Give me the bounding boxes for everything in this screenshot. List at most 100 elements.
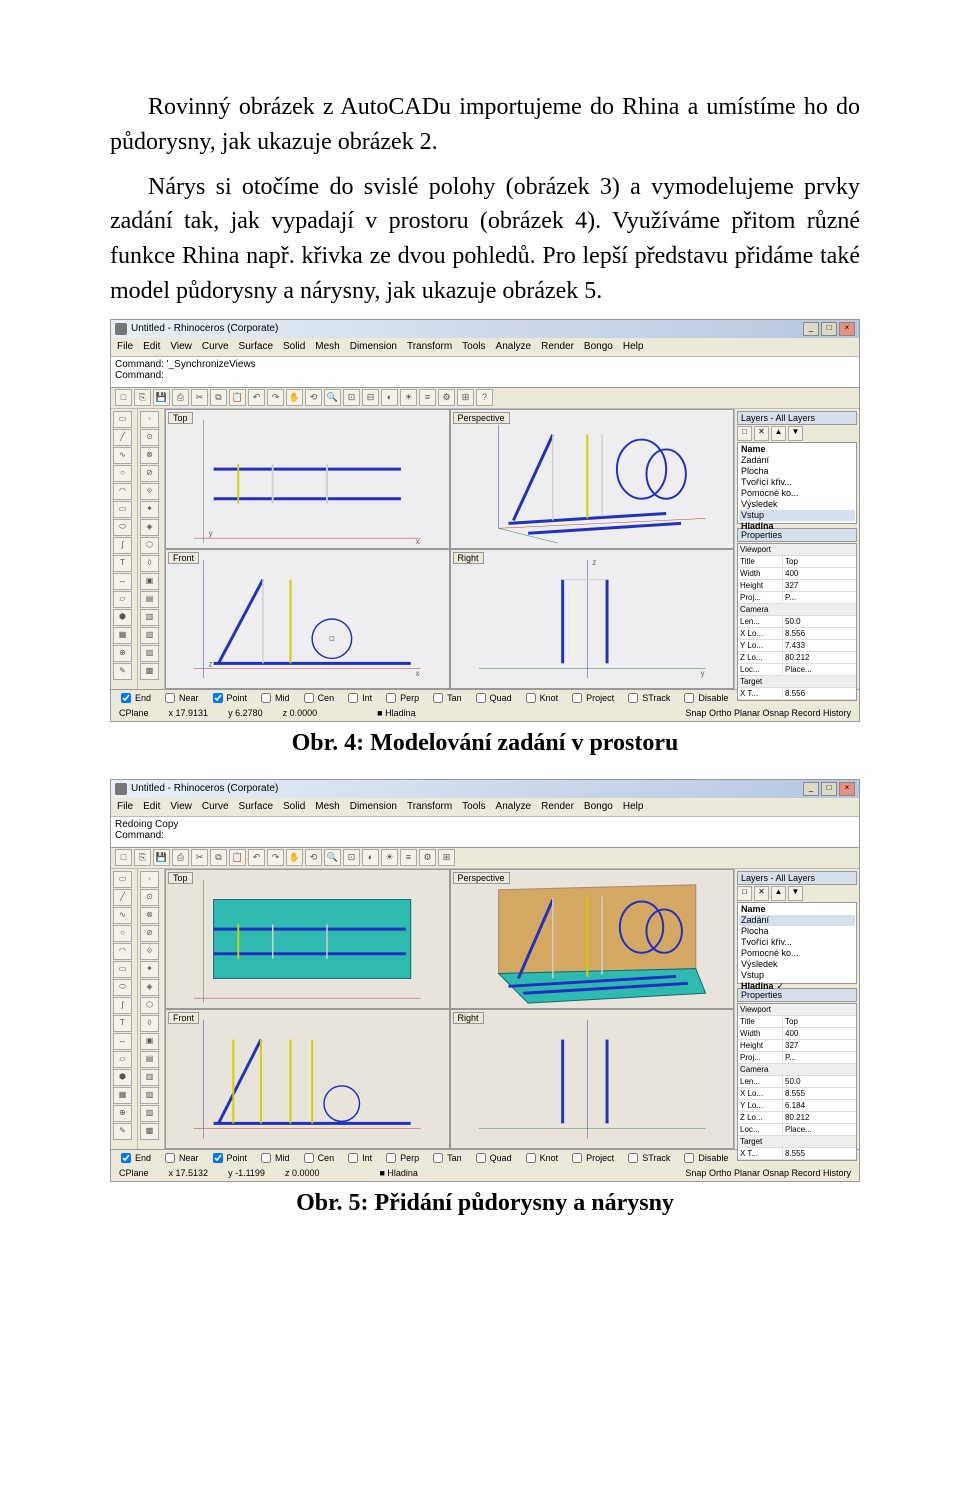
tb2-6[interactable]: ✦ [140,501,159,518]
tb2-10[interactable]: ▣ [140,1033,159,1050]
viewport-perspective[interactable]: Perspective [451,410,734,548]
pan-icon[interactable]: ✋ [286,849,303,866]
tb2-11[interactable]: ▤ [140,591,159,608]
shade-icon[interactable]: ◐ [381,389,398,406]
menu-render[interactable]: Render [541,341,574,352]
tb2-13[interactable]: ▧ [140,1087,159,1104]
redo-icon[interactable]: ↷ [267,849,284,866]
osnap-mid[interactable]: Mid [257,690,290,706]
tb2-7[interactable]: ◈ [140,519,159,536]
dim-icon[interactable]: ↔ [113,1033,132,1050]
maximize-button[interactable]: □ [821,782,837,796]
osnap-point[interactable]: Point [209,690,248,706]
copy-icon[interactable]: ⧉ [210,389,227,406]
layer-down-icon[interactable]: ▼ [788,886,803,901]
viewport-label-right[interactable]: Right [453,552,484,564]
menu-tools[interactable]: Tools [462,801,485,812]
tb2-15[interactable]: ▩ [140,1123,159,1140]
rect-icon[interactable]: ▭ [113,501,132,518]
osnap-near[interactable]: Near [161,1150,199,1166]
menu-view[interactable]: View [170,341,192,352]
props-icon[interactable]: ⚙ [438,389,455,406]
paste-icon[interactable]: 📋 [229,389,246,406]
tb2-13[interactable]: ▧ [140,627,159,644]
tb2-3[interactable]: ⊗ [140,447,159,464]
menu-help[interactable]: Help [623,341,644,352]
minimize-button[interactable]: _ [803,782,819,796]
arc-icon[interactable]: ◠ [113,943,132,960]
curve-icon[interactable]: ∫ [113,997,132,1014]
menu-file[interactable]: File [117,341,133,352]
osnap-int[interactable]: Int [344,690,372,706]
tb2-3[interactable]: ⊗ [140,907,159,924]
circle-icon[interactable]: ○ [113,465,132,482]
edit-icon[interactable]: ✎ [113,663,132,680]
mesh-icon[interactable]: ▦ [113,1087,132,1104]
viewport-top[interactable]: Top [166,870,449,1008]
layers-icon[interactable]: ≡ [419,389,436,406]
osnap-strack[interactable]: STrack [624,1150,670,1166]
render-icon[interactable]: ☀ [400,389,417,406]
tb2-8[interactable]: ⬡ [140,997,159,1014]
tb2-2[interactable]: ⊙ [140,889,159,906]
srf-icon[interactable]: ▱ [113,1051,132,1068]
status-modes[interactable]: Snap Ortho Planar Osnap Record History [685,1168,851,1178]
layers-list[interactable]: Name Zadání Plocha Tvořící křiv... Pomoc… [737,902,857,984]
tb2-1[interactable]: ◦ [140,411,159,428]
render-icon[interactable]: ☀ [381,849,398,866]
layer-row[interactable]: Plocha [739,926,855,937]
layer-up-icon[interactable]: ▲ [771,426,786,441]
menu-surface[interactable]: Surface [239,341,273,352]
line-icon[interactable]: ╱ [113,429,132,446]
paste-icon[interactable]: 📋 [229,849,246,866]
redo-icon[interactable]: ↷ [267,389,284,406]
undo-icon[interactable]: ↶ [248,849,265,866]
tb2-7[interactable]: ◈ [140,979,159,996]
zoom-extents-icon[interactable]: ⊡ [343,389,360,406]
viewport-label-persp[interactable]: Perspective [453,872,510,884]
command-input[interactable] [168,830,855,843]
tb2-4[interactable]: ⊘ [140,925,159,942]
cut-icon[interactable]: ✂ [191,849,208,866]
osnap-point[interactable]: Point [209,1150,248,1166]
current-layer[interactable]: Hladina [385,708,416,718]
grid-icon[interactable]: ⊞ [438,849,455,866]
osnap-disable[interactable]: Disable [680,690,728,706]
layer-new-icon[interactable]: □ [737,886,752,901]
layer-row[interactable]: Zadání [739,915,855,926]
osnap-project[interactable]: Project [568,1150,614,1166]
viewport-label-top[interactable]: Top [168,872,193,884]
curve-icon[interactable]: ∫ [113,537,132,554]
srf-icon[interactable]: ▱ [113,591,132,608]
mesh-icon[interactable]: ▦ [113,627,132,644]
menu-help[interactable]: Help [623,801,644,812]
menu-curve[interactable]: Curve [202,801,229,812]
solid-icon[interactable]: ⬢ [113,609,132,626]
viewport-front[interactable]: Front zx [166,550,449,688]
print-icon[interactable]: ⎙ [172,849,189,866]
layer-row[interactable]: Vstup [739,510,855,521]
tb2-9[interactable]: ◊ [140,1015,159,1032]
maximize-button[interactable]: □ [821,322,837,336]
layer-row[interactable]: Vstup [739,970,855,981]
viewport-right[interactable]: Right zy [451,550,734,688]
layer-row[interactable]: Pomocné ko... [739,948,855,959]
menu-bongo[interactable]: Bongo [584,341,613,352]
tb2-5[interactable]: ⟐ [140,943,159,960]
edit-icon[interactable]: ✎ [113,1123,132,1140]
layers-icon[interactable]: ≡ [400,849,417,866]
tb2-2[interactable]: ⊙ [140,429,159,446]
open-icon[interactable]: ⎘ [134,389,151,406]
pan-icon[interactable]: ✋ [286,389,303,406]
viewport-right[interactable]: Right [451,1010,734,1148]
menu-transform[interactable]: Transform [407,801,452,812]
osnap-quad[interactable]: Quad [472,1150,512,1166]
copy-icon[interactable]: ⧉ [210,849,227,866]
layer-row[interactable]: Tvořící křiv... [739,937,855,948]
menu-file[interactable]: File [117,801,133,812]
zoom-extents-icon[interactable]: ⊡ [343,849,360,866]
new-icon[interactable]: □ [115,849,132,866]
rotate-icon[interactable]: ⟲ [305,849,322,866]
osnap-strack[interactable]: STrack [624,690,670,706]
menu-surface[interactable]: Surface [239,801,273,812]
